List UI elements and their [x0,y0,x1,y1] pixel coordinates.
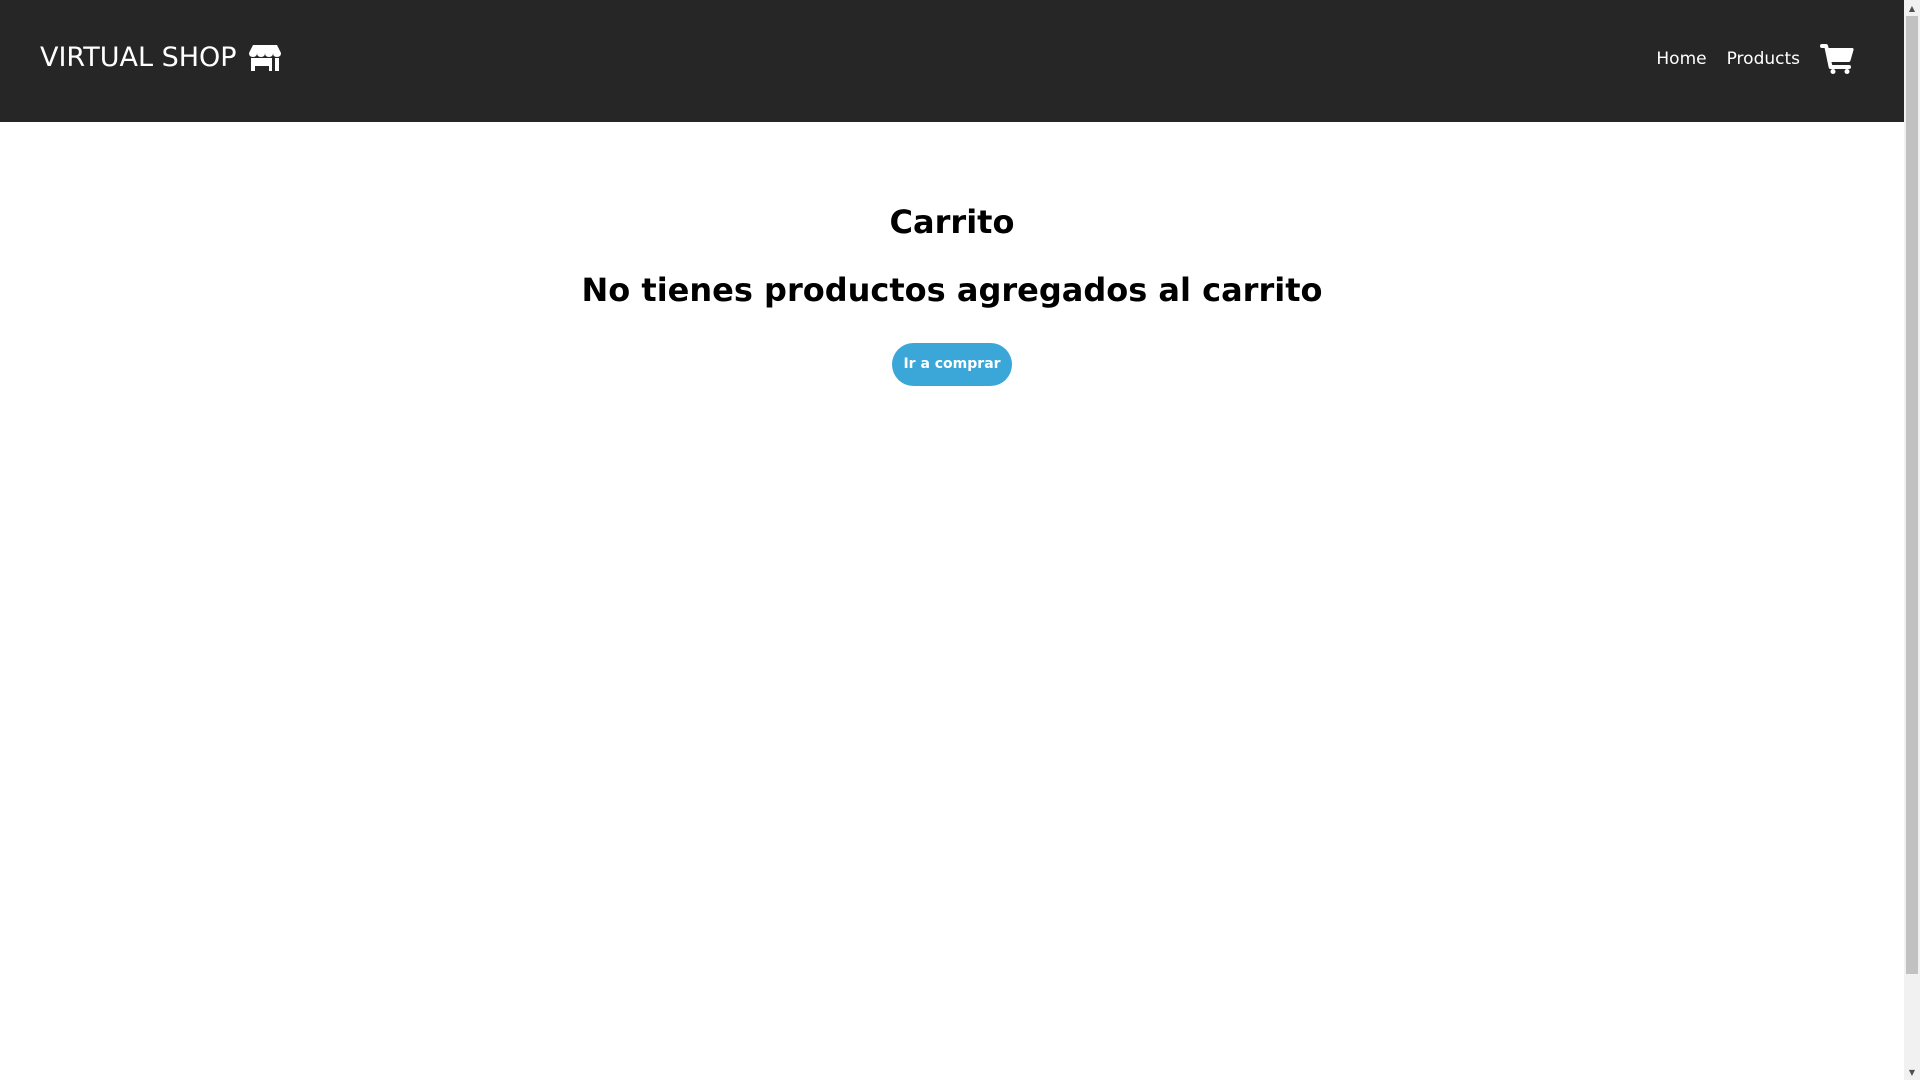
vertical-scrollbar[interactable]: ▲ ▼ [1904,0,1920,1080]
brand-label: VIRTUAL SHOP [40,42,237,73]
cart-icon [1820,44,1854,74]
navbar: VIRTUAL SHOP Home Products [0,0,1904,122]
brand-link[interactable]: VIRTUAL SHOP [40,42,281,73]
store-icon [248,44,281,71]
page-title: Carrito [889,203,1015,241]
cart-button[interactable] [1820,44,1854,74]
scroll-thumb[interactable] [1906,16,1918,974]
empty-cart-message: No tienes productos agregados al carrito [581,271,1323,309]
scroll-down-arrow-icon[interactable]: ▼ [1904,1064,1920,1080]
nav-links: Home Products [1656,42,1854,76]
nav-link-products[interactable]: Products [1727,49,1800,69]
go-shopping-button[interactable]: Ir a comprar [892,343,1012,386]
nav-link-home[interactable]: Home [1656,49,1706,69]
cart-content: Carrito No tienes productos agregados al… [0,122,1904,386]
page: VIRTUAL SHOP Home Products Carrito No ti… [0,0,1904,1080]
scroll-up-arrow-icon[interactable]: ▲ [1904,0,1920,16]
